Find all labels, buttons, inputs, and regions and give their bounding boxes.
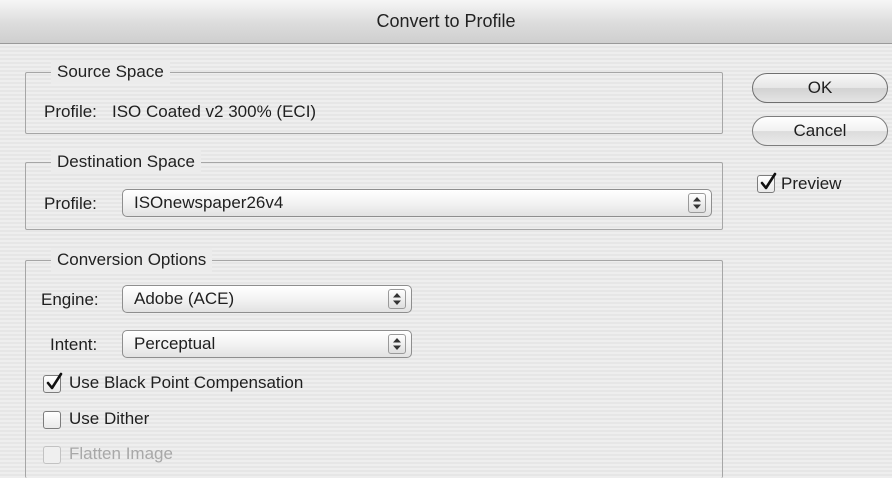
conversion-options-legend: Conversion Options	[51, 248, 213, 272]
source-space-legend: Source Space	[51, 60, 170, 84]
black-point-compensation-checkbox[interactable]	[43, 372, 63, 393]
engine-select[interactable]: Adobe (ACE)	[122, 285, 412, 313]
dialog-titlebar: Convert to Profile	[0, 0, 892, 44]
up-down-arrows-icon	[388, 334, 406, 354]
source-profile-value: ISO Coated v2 300% (ECI)	[112, 102, 317, 121]
flatten-image-checkbox	[43, 446, 61, 464]
cancel-button[interactable]: Cancel	[752, 116, 888, 146]
preview-label[interactable]: Preview	[781, 174, 841, 194]
intent-select[interactable]: Perceptual	[122, 330, 412, 358]
destination-space-legend: Destination Space	[51, 150, 201, 174]
source-profile-label: Profile:	[44, 102, 97, 121]
flatten-image-label: Flatten Image	[69, 444, 173, 463]
source-space-group: Source Space Profile: ISO Coated v2 300%…	[25, 60, 723, 134]
destination-profile-select[interactable]: ISOnewspaper26v4	[122, 189, 712, 217]
dialog-title: Convert to Profile	[376, 11, 516, 31]
engine-label: Engine:	[41, 290, 99, 309]
ok-button[interactable]: OK	[752, 73, 888, 103]
up-down-arrows-icon	[388, 289, 406, 309]
preview-checkbox[interactable]	[757, 172, 777, 193]
conversion-options-group: Conversion Options Engine: Adobe (ACE) I…	[25, 248, 723, 478]
checkmark-icon	[46, 372, 63, 390]
destination-space-group: Destination Space Profile: ISOnewspaper2…	[25, 150, 723, 230]
use-dither-checkbox[interactable]	[43, 411, 61, 429]
engine-selected: Adobe (ACE)	[134, 289, 235, 308]
destination-profile-selected: ISOnewspaper26v4	[134, 193, 284, 212]
checkmark-icon	[760, 172, 777, 190]
destination-profile-label: Profile:	[44, 194, 97, 213]
up-down-arrows-icon	[688, 193, 706, 213]
intent-label: Intent:	[50, 335, 98, 354]
intent-selected: Perceptual	[134, 334, 216, 353]
use-dither-label[interactable]: Use Dither	[69, 409, 149, 429]
black-point-compensation-label[interactable]: Use Black Point Compensation	[69, 373, 303, 393]
